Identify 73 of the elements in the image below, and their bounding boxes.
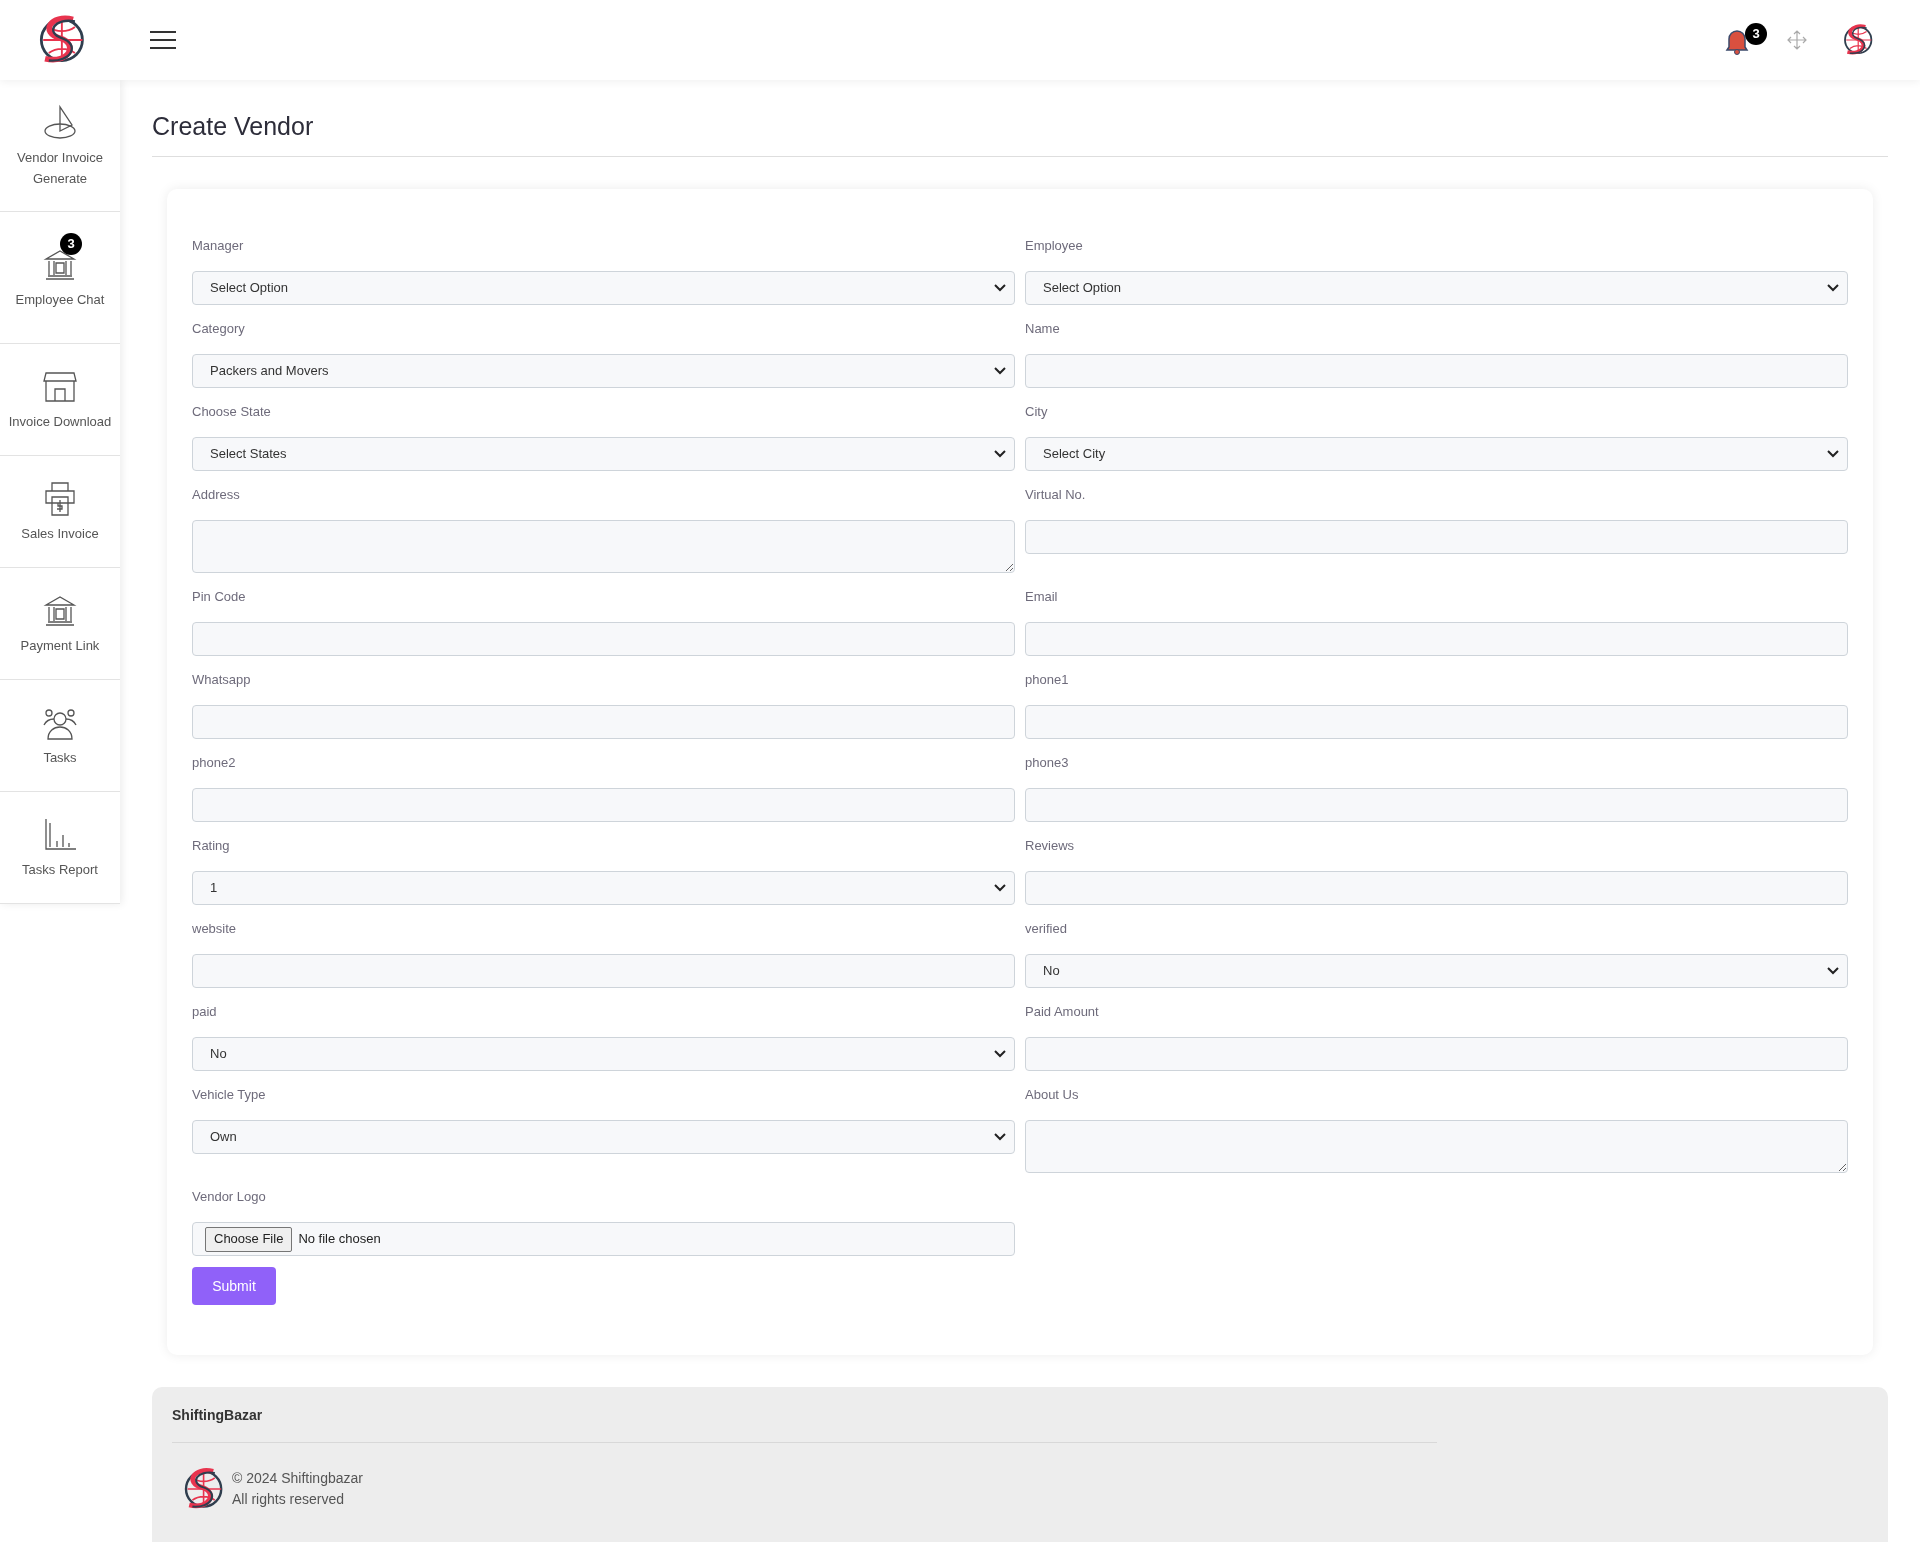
field-label: verified — [1025, 920, 1067, 938]
input-field[interactable] — [192, 954, 1015, 988]
sidebar-item[interactable]: Sales Invoice — [0, 456, 120, 568]
field-label: phone1 — [1025, 671, 1069, 689]
chevron-down-icon — [994, 884, 1006, 892]
field-label: Whatsapp — [192, 671, 251, 689]
field-label: Rating — [192, 837, 230, 855]
rights-text: All rights reserved — [232, 1490, 346, 1509]
chevron-down-icon — [1827, 967, 1839, 975]
choose-file-button[interactable]: Choose File — [205, 1226, 293, 1252]
field-label: Paid Amount — [1025, 1003, 1099, 1021]
notification-badge: 3 — [1745, 23, 1767, 45]
file-field[interactable]: Choose File No file chosen — [192, 1222, 1015, 1256]
sidebar-item[interactable]: Tasks — [0, 680, 120, 792]
input-field[interactable] — [1025, 1037, 1848, 1071]
chevron-down-icon — [1827, 450, 1839, 458]
sidebar-item[interactable]: Vendor Invoice Generate — [0, 80, 120, 212]
chevron-down-icon — [994, 450, 1006, 458]
field-label: phone2 — [192, 754, 236, 772]
select-field[interactable]: Select City — [1025, 437, 1848, 471]
field-label: City — [1025, 403, 1048, 421]
input-field[interactable] — [192, 622, 1015, 656]
menu-button[interactable] — [150, 31, 176, 49]
input-field[interactable] — [1025, 520, 1848, 554]
select-field[interactable]: Packers and Movers — [192, 354, 1015, 388]
chevron-down-icon — [994, 284, 1006, 292]
sidebar-item[interactable]: Tasks Report — [0, 792, 120, 904]
field-label: website — [192, 920, 237, 938]
select-field[interactable]: Select Option — [1025, 271, 1848, 305]
textarea-field[interactable] — [192, 520, 1015, 573]
input-field[interactable] — [192, 788, 1015, 822]
select-field[interactable]: Own — [192, 1120, 1015, 1154]
field-label: paid — [192, 1003, 217, 1021]
chevron-down-icon — [994, 367, 1006, 375]
field-label: Address — [192, 486, 240, 504]
chat-badge: 3 — [60, 233, 82, 255]
chevron-down-icon — [994, 1050, 1006, 1058]
field-label: Reviews — [1025, 837, 1075, 855]
input-field[interactable] — [1025, 871, 1848, 905]
field-label: Category — [192, 320, 245, 338]
input-field[interactable] — [1025, 705, 1848, 739]
select-field[interactable]: 1 — [192, 871, 1015, 905]
input-field[interactable] — [1025, 788, 1848, 822]
field-label: Employee — [1025, 237, 1083, 255]
field-label: Vehicle Type — [192, 1086, 266, 1104]
notification-button[interactable]: 3 — [1723, 23, 1767, 57]
field-label: Name — [1025, 320, 1060, 338]
submit-button[interactable]: Submit — [192, 1267, 276, 1305]
field-label: Pin Code — [192, 588, 246, 606]
fullscreen-icon[interactable] — [1787, 30, 1807, 50]
input-field[interactable] — [1025, 354, 1848, 388]
input-field[interactable] — [192, 705, 1015, 739]
sidebar-item[interactable]: Invoice Download — [0, 344, 120, 456]
page-title: Create Vendor — [152, 111, 315, 142]
sidebar-item[interactable]: 3 Employee Chat — [0, 212, 120, 344]
input-field[interactable] — [1025, 622, 1848, 656]
chevron-down-icon — [1827, 284, 1839, 292]
footer-brand: ShiftingBazar — [172, 1406, 264, 1425]
field-label: phone3 — [1025, 754, 1069, 772]
select-field[interactable]: Select Option — [192, 271, 1015, 305]
sidebar-item[interactable]: Payment Link — [0, 568, 120, 680]
field-label: Manager — [192, 237, 244, 255]
textarea-field[interactable] — [1025, 1120, 1848, 1173]
field-label: Virtual No. — [1025, 486, 1086, 504]
field-label: Vendor Logo — [192, 1188, 266, 1206]
field-label: Email — [1025, 588, 1058, 606]
field-label: About Us — [1025, 1086, 1079, 1104]
field-label: Choose State — [192, 403, 271, 421]
chevron-down-icon — [994, 1133, 1006, 1141]
select-field[interactable]: No — [1025, 954, 1848, 988]
copyright-text: © 2024 Shiftingbazar — [232, 1469, 363, 1488]
select-field[interactable]: No — [192, 1037, 1015, 1071]
select-field[interactable]: Select States — [192, 437, 1015, 471]
